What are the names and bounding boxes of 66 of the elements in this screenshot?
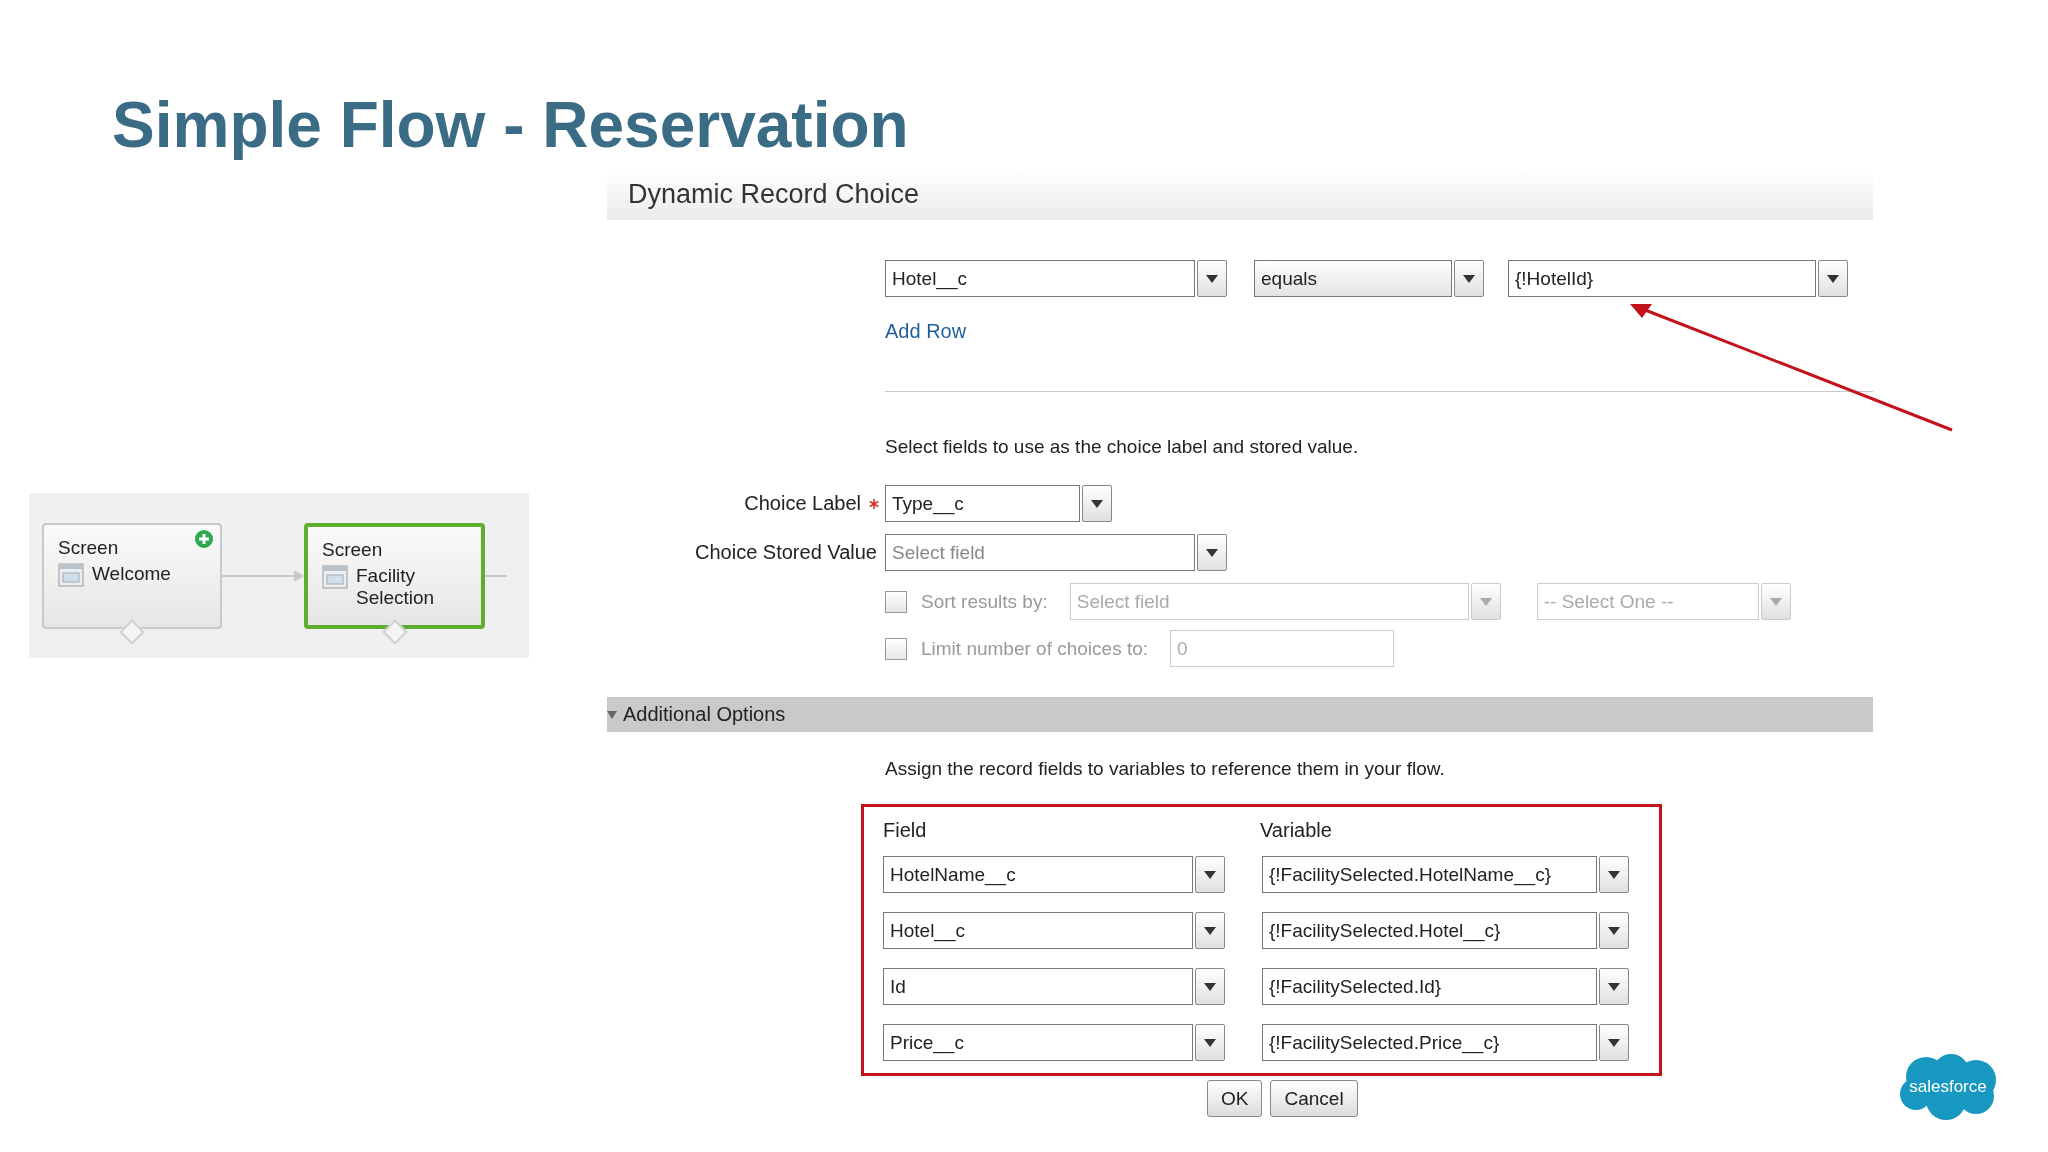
add-row-link[interactable]: Add Row (885, 320, 967, 344)
choice-label-select[interactable]: Type__c (885, 485, 1080, 523)
caret-icon (1091, 499, 1103, 508)
dropdown-button[interactable] (1197, 260, 1227, 298)
cancel-button[interactable]: Cancel (1270, 1080, 1358, 1118)
stored-value-select[interactable]: Select field (885, 534, 1195, 572)
collapse-triangle-icon (607, 709, 617, 720)
sort-label: Sort results by: (921, 590, 1048, 613)
field-select[interactable]: Price__c (883, 1024, 1193, 1062)
logo: salesforce (1896, 1052, 2000, 1122)
caret-icon (1479, 597, 1492, 606)
field-select[interactable]: Id (883, 968, 1193, 1006)
dropdown-button[interactable] (1082, 485, 1112, 523)
caret-icon (1608, 1038, 1620, 1047)
column-header: Variable (1260, 819, 1333, 843)
field-select[interactable]: HotelName__c (883, 856, 1193, 894)
screen-icon (58, 562, 84, 587)
value-select[interactable]: {!HotelId} (1508, 260, 1816, 298)
dropdown-button[interactable] (1599, 968, 1629, 1006)
caret-icon (1204, 926, 1216, 935)
caret-icon (1206, 274, 1218, 283)
column-header: Field (883, 819, 928, 843)
dropdown-button[interactable] (1599, 1024, 1629, 1062)
stored-value-label: Choice Stored Value (694, 541, 878, 565)
variable-select[interactable]: {!FacilitySelected.Price__c} (1262, 1024, 1597, 1062)
dropdown-button[interactable] (1818, 260, 1848, 298)
caret-icon (1608, 870, 1620, 879)
node-label: Welcome (92, 562, 172, 585)
caret-icon (1204, 1038, 1216, 1047)
caret-icon (1204, 982, 1216, 991)
ok-button[interactable]: OK (1207, 1080, 1263, 1118)
section-title: Additional Options (623, 703, 786, 727)
dropdown-button[interactable] (1195, 856, 1225, 894)
field-select[interactable]: Hotel__c (883, 912, 1193, 950)
flow-node[interactable]: Screen Facility Selection (304, 522, 485, 629)
limit-label: Limit number of choices to: (921, 637, 1149, 660)
choice-hint: Select fields to use as the choice label and stored value. (885, 436, 1360, 459)
dropdown-button[interactable] (1195, 1024, 1225, 1062)
node-label: Facility Selection (356, 564, 436, 609)
choice-label-label: Choice Label (743, 492, 862, 516)
flow-node[interactable]: Screen Welcome (42, 522, 222, 629)
caret-icon (1827, 274, 1839, 283)
slide-title: Simple Flow - Reservation (112, 90, 910, 161)
node-type: Screen (58, 536, 120, 559)
field-select[interactable]: Hotel__c (885, 260, 1195, 298)
dropdown-button[interactable] (1599, 856, 1629, 894)
dropdown-button[interactable] (1195, 912, 1225, 950)
caret-icon (1769, 597, 1782, 606)
variable-select[interactable]: {!FacilitySelected.Hotel__c} (1262, 912, 1597, 950)
caret-icon (1608, 982, 1620, 991)
section-header[interactable]: Additional Options (607, 697, 1873, 733)
connector-line (485, 573, 507, 578)
screen-icon (322, 564, 348, 589)
node-type: Screen (322, 538, 384, 561)
operator-select[interactable]: equals (1254, 260, 1452, 298)
dropdown-button[interactable] (1599, 912, 1629, 950)
variable-select[interactable]: {!FacilitySelected.Id} (1262, 968, 1597, 1006)
dropdown-button[interactable] (1195, 968, 1225, 1006)
dropdown-button[interactable] (1454, 260, 1484, 298)
assign-hint: Assign the record fields to variables to reference them in your flow. (885, 758, 1446, 781)
caret-icon (1608, 926, 1620, 935)
caret-icon (1204, 870, 1216, 879)
caret-icon (1463, 274, 1475, 283)
variable-select[interactable]: {!FacilitySelected.HotelName__c} (1262, 856, 1597, 894)
dropdown-button[interactable] (1197, 534, 1227, 572)
caret-icon (1206, 548, 1218, 557)
